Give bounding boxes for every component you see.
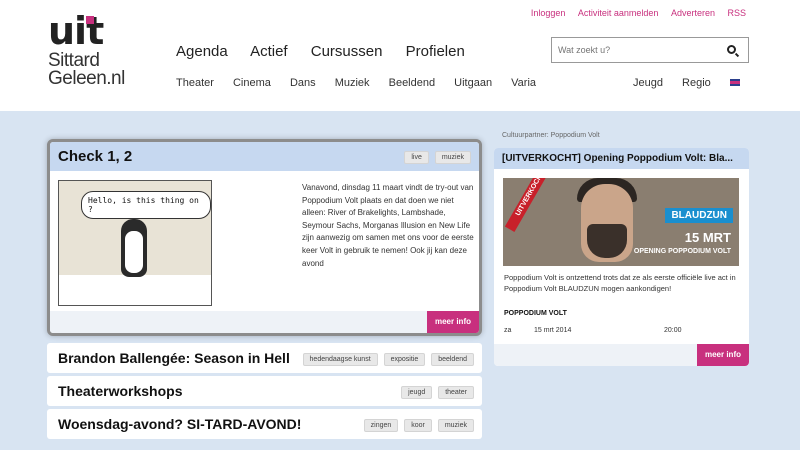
nav-cursussen[interactable]: Cursussen [311,43,383,60]
featured-event-card[interactable]: Check 1, 2 live muziek Hello, is this th… [47,139,482,336]
cartoon-speech-bubble: Hello, is this thing on ? [81,191,211,219]
event-row-title[interactable]: Brandon Ballengée: Season in Hell [58,350,290,366]
event-row[interactable]: Brandon Ballengée: Season in Hell hedend… [47,343,482,373]
banner-beard [587,224,627,258]
category-nav: Theater Cinema Dans Muziek Beeldend Uitg… [176,77,552,89]
featured-event-image[interactable]: Hello, is this thing on ? [58,180,212,306]
featured-event-tags: live muziek [400,151,471,164]
featured-event-text: Vanavond, dinsdag 11 maart vindt de try-… [302,183,474,268]
nav-agenda[interactable]: Agenda [176,43,228,60]
partner-event-title[interactable]: [UITVERKOCHT] Opening Poppodium Volt: Bl… [494,148,749,169]
banner-subtitle: OPENING POPPODIUM VOLT [633,248,731,255]
banner-date: 15 MRT [684,230,731,245]
link-adverteren[interactable]: Adverteren [671,8,715,18]
featured-event-footer [50,311,479,333]
link-rss[interactable]: RSS [727,8,746,18]
partner-event-venue[interactable]: POPPODIUM VOLT [504,310,567,317]
main-nav: Agenda Actief Cursussen Profielen [176,43,484,60]
tag-theater[interactable]: theater [438,386,474,399]
search-input[interactable] [558,38,718,62]
search-box [551,37,749,63]
featured-more-info-button[interactable]: meer info [427,311,479,333]
nav-dans[interactable]: Dans [290,77,316,89]
logo-word: uit [48,9,104,53]
logo-city-line2: Geleen.nl [48,68,125,89]
search-icon[interactable] [727,45,736,54]
event-row[interactable]: Theaterworkshops jeugd theater [47,376,482,406]
tag-muziek[interactable]: muziek [434,151,471,164]
site-logo[interactable]: uit Sittard Geleen.nl [48,12,138,100]
tag-hedendaagse-kunst[interactable]: hedendaagse kunst [302,353,378,366]
link-inloggen[interactable]: Inloggen [531,8,566,18]
nav-beeldend[interactable]: Beeldend [389,77,436,89]
tag-beeldend[interactable]: beeldend [431,353,474,366]
english-flag-icon[interactable] [729,78,740,86]
nav-varia[interactable]: Varia [511,77,536,89]
penguin-belly [125,231,143,273]
partner-label: Cultuurpartner: Poppodium Volt [502,132,600,139]
event-row-tags: hedendaagse kunst expositie beeldend [299,353,474,366]
event-row[interactable]: Woensdag-avond? SI-TARD-AVOND! zingen ko… [47,409,482,439]
banner-band-name: BLAUDZUN [665,208,733,223]
tag-jeugd[interactable]: jeugd [401,386,433,399]
partner-more-info-button[interactable]: meer info [697,344,749,366]
tag-live[interactable]: live [404,151,429,164]
logo-dot [86,16,94,24]
nav-jeugd[interactable]: Jeugd [633,77,663,89]
cartoon-ice [59,275,211,305]
event-row-title[interactable]: Woensdag-avond? SI-TARD-AVOND! [58,416,301,432]
partner-event-text: Poppodium Volt is ontzettend trots dat z… [504,273,736,293]
featured-event-header: Check 1, 2 live muziek [50,142,479,171]
logo-city: Sittard Geleen.nl [48,51,125,89]
nav-uitgaan[interactable]: Uitgaan [454,77,492,89]
partner-event-image[interactable]: UITVERKOCHT BLAUDZUN 15 MRT OPENING POPP… [503,178,739,266]
featured-event-title[interactable]: Check 1, 2 [58,148,132,165]
event-row-tags: jeugd theater [397,386,474,399]
nav-regio[interactable]: Regio [682,77,711,89]
tag-zingen[interactable]: zingen [363,419,399,432]
event-time: 20:00 [664,327,682,334]
tag-muziek[interactable]: muziek [437,419,474,432]
tag-koor[interactable]: koor [404,419,432,432]
site-header: uit Sittard Geleen.nl Inloggen Activitei… [0,0,800,111]
partner-event-card[interactable]: [UITVERKOCHT] Opening Poppodium Volt: Bl… [494,148,749,366]
event-row-title[interactable]: Theaterworkshops [58,383,182,399]
secondary-nav: Jeugd Regio [633,77,756,89]
nav-actief[interactable]: Actief [250,43,288,60]
event-day: za [504,327,512,334]
link-activiteit-aanmelden[interactable]: Activiteit aanmelden [578,8,659,18]
nav-muziek[interactable]: Muziek [335,77,370,89]
event-date: 15 mrt 2014 [534,327,572,334]
event-row-tags: zingen koor muziek [360,419,474,432]
tag-expositie[interactable]: expositie [383,353,426,366]
nav-profielen[interactable]: Profielen [406,43,465,60]
nav-theater[interactable]: Theater [176,77,214,89]
top-links: Inloggen Activiteit aanmelden Adverteren… [521,8,746,18]
nav-cinema[interactable]: Cinema [233,77,271,89]
